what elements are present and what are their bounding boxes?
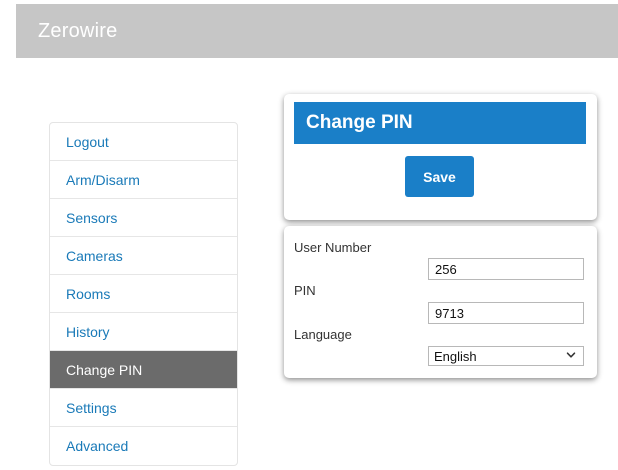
sidebar-nav: Logout Arm/Disarm Sensors Cameras Rooms …: [49, 122, 238, 466]
pin-label: PIN: [294, 283, 316, 298]
sidebar-item-sensors[interactable]: Sensors: [50, 199, 237, 237]
language-select[interactable]: English: [428, 346, 584, 366]
sidebar-item-change-pin[interactable]: Change PIN: [50, 351, 237, 389]
page: Zerowire Logout Arm/Disarm Sensors Camer…: [0, 0, 618, 470]
user-number-label: User Number: [294, 240, 372, 255]
save-button[interactable]: Save: [405, 156, 474, 197]
sidebar-item-history[interactable]: History: [50, 313, 237, 351]
sidebar-item-cameras[interactable]: Cameras: [50, 237, 237, 275]
top-bar: Zerowire: [16, 4, 618, 58]
user-number-field[interactable]: [428, 258, 584, 280]
language-select-value: English: [434, 349, 477, 364]
page-title: Change PIN: [306, 112, 413, 133]
chevron-down-icon: [566, 352, 576, 358]
sidebar-item-rooms[interactable]: Rooms: [50, 275, 237, 313]
card-header: Change PIN: [294, 102, 586, 144]
change-pin-card: Change PIN Save: [284, 94, 597, 220]
sidebar-item-logout[interactable]: Logout: [50, 123, 237, 161]
pin-form-card: User Number PIN Language English: [284, 226, 597, 378]
sidebar-item-arm-disarm[interactable]: Arm/Disarm: [50, 161, 237, 199]
sidebar-item-advanced[interactable]: Advanced: [50, 427, 237, 465]
pin-field[interactable]: [428, 302, 584, 324]
app-title: Zerowire: [38, 20, 118, 42]
sidebar-item-settings[interactable]: Settings: [50, 389, 237, 427]
language-label: Language: [294, 327, 352, 342]
